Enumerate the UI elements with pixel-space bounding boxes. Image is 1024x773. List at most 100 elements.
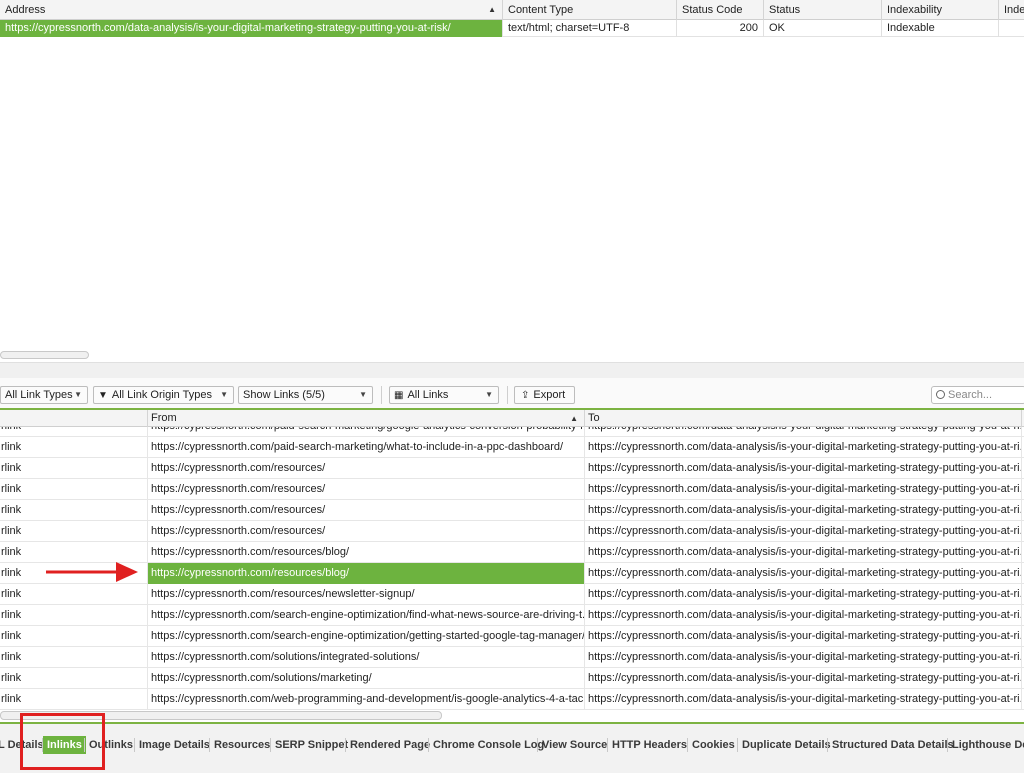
status-cell[interactable]: OK [764, 20, 882, 37]
column-header-content-type[interactable]: Content Type [503, 0, 677, 20]
column-header-indexability-status[interactable]: Indexa [999, 0, 1024, 20]
table-row[interactable]: rlink https://cypressnorth.com/search-eng… [0, 626, 1024, 647]
tab-duplicate-details[interactable]: Duplicate Details [738, 736, 835, 754]
export-button[interactable]: ⇪ Export [514, 386, 575, 404]
column-header-address[interactable]: Address ▲ [0, 0, 503, 20]
from-cell[interactable]: https://cypressnorth.com/resources/ [148, 479, 585, 500]
content-type-cell[interactable]: text/html; charset=UTF-8 [503, 20, 677, 37]
column-header-status-code[interactable]: Status Code [677, 0, 764, 20]
from-cell[interactable]: https://cypressnorth.com/web-programming… [148, 689, 585, 710]
tab-image-details[interactable]: Image Details [135, 736, 214, 754]
tab-rendered-page[interactable]: Rendered Page [346, 736, 434, 754]
type-cell[interactable]: rlink [0, 542, 148, 563]
link-origin-dropdown[interactable]: ▼ All Link Origin Types ▼ [93, 386, 234, 404]
tab-divider [607, 738, 608, 752]
table-row[interactable]: rlink https://cypressnorth.com/paid-searc… [0, 437, 1024, 458]
from-cell[interactable]: https://cypressnorth.com/search-engine-o… [148, 605, 585, 626]
table-row[interactable]: https://cypressnorth.com/data-analysis/i… [0, 20, 1024, 37]
type-cell[interactable]: rlink [0, 605, 148, 626]
type-cell[interactable]: rlink [0, 437, 148, 458]
link-types-dropdown[interactable]: All Link Types ▼ [0, 386, 88, 404]
status-code-cell[interactable]: 200 [677, 20, 764, 37]
to-cell[interactable]: https://cypressnorth.com/data-analysis/i… [585, 563, 1022, 584]
to-cell[interactable]: https://cypressnorth.com/data-analysis/i… [585, 584, 1022, 605]
from-cell[interactable]: https://cypressnorth.com/resources/blog/ [148, 563, 585, 584]
type-cell[interactable]: rlink [0, 689, 148, 710]
tab-view-source[interactable]: View Source [538, 736, 611, 754]
table-row[interactable]: rlink https://cypressnorth.com/web-progra… [0, 689, 1024, 710]
column-header-from[interactable]: From ▲ [148, 410, 585, 427]
table-row[interactable]: rlink https://cypressnorth.com/search-eng… [0, 605, 1024, 626]
to-cell[interactable]: https://cypressnorth.com/data-analysis/i… [585, 605, 1022, 626]
column-header-type[interactable] [0, 410, 148, 427]
to-cell[interactable]: https://cypressnorth.com/data-analysis/i… [585, 668, 1022, 689]
address-cell[interactable]: https://cypressnorth.com/data-analysis/i… [0, 20, 503, 37]
from-cell[interactable]: https://cypressnorth.com/resources/ [148, 521, 585, 542]
pane-splitter[interactable] [0, 362, 1024, 378]
tab-divider [947, 738, 948, 752]
to-cell[interactable]: https://cypressnorth.com/data-analysis/i… [585, 689, 1022, 710]
table-row[interactable]: rlink https://cypressnorth.com/paid-sear… [0, 427, 1024, 437]
type-cell[interactable]: rlink [0, 521, 148, 542]
horizontal-scrollbar[interactable] [0, 351, 89, 359]
type-cell[interactable]: rlink [0, 584, 148, 605]
tab-divider [537, 738, 538, 752]
to-cell[interactable]: https://cypressnorth.com/data-analysis/i… [585, 479, 1022, 500]
tab-structured-data-details[interactable]: Structured Data Details [828, 736, 958, 754]
from-cell[interactable]: https://cypressnorth.com/resources/blog/ [148, 542, 585, 563]
type-cell[interactable]: rlink [0, 647, 148, 668]
from-cell[interactable]: https://cypressnorth.com/search-engine-o… [148, 626, 585, 647]
show-links-dropdown[interactable]: Show Links (5/5) ▼ [238, 386, 373, 404]
type-cell[interactable]: rlink [0, 479, 148, 500]
indexability-cell[interactable]: Indexable [882, 20, 999, 37]
from-cell[interactable]: https://cypressnorth.com/solutions/integ… [148, 647, 585, 668]
table-row[interactable]: rlink https://cypressnorth.com/solutions/… [0, 647, 1024, 668]
dropdown-label: All Links [407, 389, 449, 401]
table-row[interactable]: rlink https://cypressnorth.com/resources/… [0, 479, 1024, 500]
to-cell[interactable]: https://cypressnorth.com/data-analysis/i… [585, 427, 1022, 436]
tab-serp-snippet[interactable]: SERP Snippet [271, 736, 352, 754]
type-cell[interactable]: rlink [0, 668, 148, 689]
tab-chrome-console-log[interactable]: Chrome Console Log [429, 736, 548, 754]
annotation-arrow-icon [46, 562, 138, 582]
type-cell[interactable]: rlink [0, 427, 148, 436]
tab-http-headers[interactable]: HTTP Headers [608, 736, 691, 754]
tab-resources[interactable]: Resources [210, 736, 274, 754]
to-cell[interactable]: https://cypressnorth.com/data-analysis/i… [585, 521, 1022, 542]
from-cell[interactable]: https://cypressnorth.com/resources/ [148, 458, 585, 479]
column-header-to[interactable]: To [585, 410, 1022, 427]
tab-lighthouse-det[interactable]: Lighthouse Det [948, 736, 1024, 754]
urls-table: Address ▲ Content Type Status Code Statu… [0, 0, 1024, 362]
table-row[interactable]: rlink https://cypressnorth.com/resources/… [0, 584, 1024, 605]
from-cell[interactable]: https://cypressnorth.com/resources/newsl… [148, 584, 585, 605]
to-cell[interactable]: https://cypressnorth.com/data-analysis/i… [585, 500, 1022, 521]
column-header-indexability[interactable]: Indexability [882, 0, 999, 20]
dropdown-label: Show Links (5/5) [243, 389, 325, 401]
to-cell[interactable]: https://cypressnorth.com/data-analysis/i… [585, 647, 1022, 668]
search-input[interactable]: Search... [931, 386, 1024, 404]
table-row[interactable]: rlink https://cypressnorth.com/resources/… [0, 458, 1024, 479]
all-links-dropdown[interactable]: ▦ All Links ▼ [389, 386, 499, 404]
from-cell[interactable]: https://cypressnorth.com/paid-search-mar… [148, 427, 585, 436]
to-cell[interactable]: https://cypressnorth.com/data-analysis/i… [585, 626, 1022, 647]
table-row[interactable]: rlink https://cypressnorth.com/resources/… [0, 563, 1024, 584]
table-row[interactable]: rlink https://cypressnorth.com/solutions/… [0, 668, 1024, 689]
export-icon: ⇪ [521, 390, 530, 401]
table-row[interactable]: rlink https://cypressnorth.com/resources/… [0, 521, 1024, 542]
column-header-status[interactable]: Status [764, 0, 882, 20]
type-cell[interactable]: rlink [0, 626, 148, 647]
tab-cookies[interactable]: Cookies [688, 736, 739, 754]
to-cell[interactable]: https://cypressnorth.com/data-analysis/i… [585, 458, 1022, 479]
dropdown-label: All Link Origin Types [111, 389, 212, 401]
from-cell[interactable]: https://cypressnorth.com/solutions/marke… [148, 668, 585, 689]
table-row[interactable]: rlink https://cypressnorth.com/resources/… [0, 500, 1024, 521]
from-cell[interactable]: https://cypressnorth.com/resources/ [148, 500, 585, 521]
to-cell[interactable]: https://cypressnorth.com/data-analysis/i… [585, 437, 1022, 458]
type-cell[interactable]: rlink [0, 458, 148, 479]
from-cell[interactable]: https://cypressnorth.com/paid-search-mar… [148, 437, 585, 458]
to-cell[interactable]: https://cypressnorth.com/data-analysis/i… [585, 542, 1022, 563]
type-cell[interactable]: rlink [0, 500, 148, 521]
table-row[interactable]: rlink https://cypressnorth.com/resources/… [0, 542, 1024, 563]
detail-toolbar: All Link Types ▼ ▼ All Link Origin Types … [0, 378, 1024, 410]
indexability-status-cell[interactable] [999, 20, 1024, 37]
